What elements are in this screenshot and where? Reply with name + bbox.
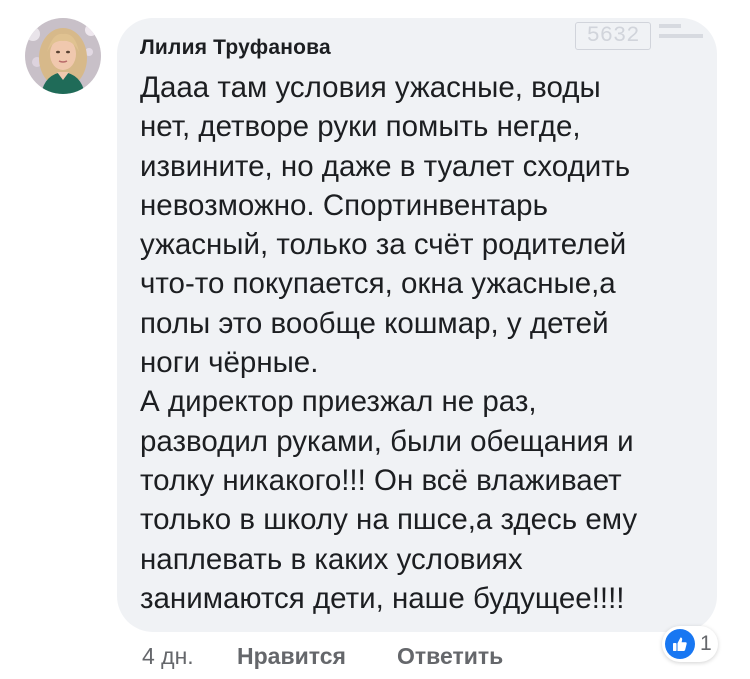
- reaction-summary[interactable]: 1: [662, 626, 718, 662]
- comment-author[interactable]: Лилия Труфанова: [140, 36, 331, 60]
- comment-line: извините, но даже в туалет сходить: [140, 149, 631, 183]
- comment-line: ноги чёрные.: [140, 346, 319, 380]
- reaction-count: 1: [700, 632, 712, 655]
- avatar[interactable]: [25, 18, 101, 94]
- comment-actions: 4 дн. Нравится Ответить: [142, 640, 503, 672]
- comment-line: нет, детворе руки помыть негде,: [140, 110, 581, 144]
- like-button[interactable]: Нравится: [237, 640, 346, 672]
- comment-text: Дааа там условия ужасные, воды нет, детв…: [140, 68, 700, 618]
- comment-line: занимаются дети, наше будущее!!!!: [140, 581, 625, 615]
- comment-line: наплевать в каких условиях: [140, 542, 523, 576]
- comment-line: толку никакого!!! Он всё влаживает: [140, 463, 622, 497]
- watermark: 5632: [575, 22, 715, 52]
- reply-button[interactable]: Ответить: [397, 640, 503, 672]
- comment-line: разводил руками, были обещания и: [140, 424, 634, 458]
- comment-timestamp[interactable]: 4 дн.: [142, 643, 194, 669]
- comment-line: А директор приезжал не раз,: [140, 385, 537, 419]
- comment-line: только в школу на пшсе,а здесь ему: [140, 503, 638, 537]
- comment-line: невозможно. Спортинвентарь: [140, 188, 548, 222]
- like-thumb-icon: [665, 629, 695, 659]
- comment-line: ужасный, только за счёт родителей: [140, 228, 627, 262]
- comment: 5632 Лилия Труфанова Дааа там условия уж…: [0, 0, 750, 679]
- watermark-number: 5632: [575, 22, 651, 50]
- watermark-logo: [659, 22, 709, 50]
- comment-line: Дааа там условия ужасные, воды: [140, 71, 601, 104]
- watermark-logo-icon: [659, 24, 703, 38]
- comment-line: что-то покупается, окна ужасные,а: [140, 267, 616, 301]
- comment-line: полы это вообще кошмар, у детей: [140, 306, 609, 340]
- profile-photo: [25, 18, 101, 94]
